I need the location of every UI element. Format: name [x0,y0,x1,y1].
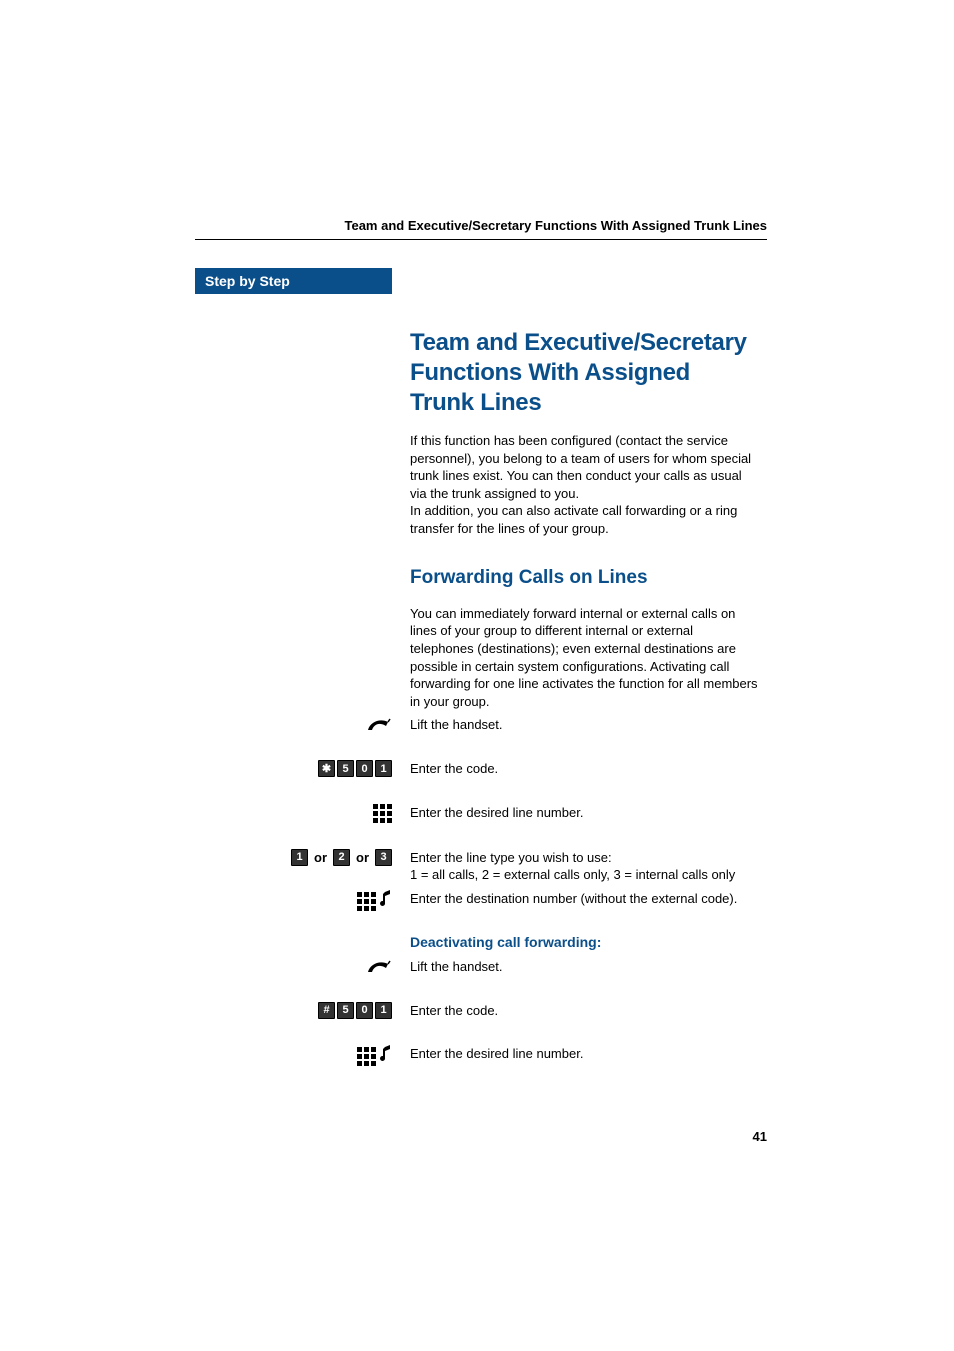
key-5: 5 [337,760,354,777]
keypad-icon [357,892,376,911]
step-enter-code-2: Enter the code. [410,1002,760,1020]
keypad-icon [373,804,392,823]
forwarding-paragraph: You can immediately forward internal or … [410,605,760,710]
intro-paragraph-2: In addition, you can also activate call … [410,502,760,537]
line-type-options: 1 or 2 or 3 [291,849,392,866]
key-5: 5 [337,1002,354,1019]
key-star: ✱ [318,760,335,777]
step-line-type-legend: 1 = all calls, 2 = external calls only, … [410,866,760,884]
page-number: 41 [753,1129,767,1144]
key-option-3: 3 [375,849,392,866]
running-header: Team and Executive/Secretary Functions W… [195,218,767,240]
musical-note-icon [380,890,392,913]
heading-main: Team and Executive/Secretary Functions W… [410,328,760,418]
step-lift-handset-1: Lift the handset. [410,716,760,734]
heading-deactivating: Deactivating call forwarding: [410,933,760,952]
key-option-1: 1 [291,849,308,866]
code-keys-hash-501: # 5 0 1 [318,1002,392,1019]
step-enter-destination: Enter the destination number (without th… [410,890,760,908]
key-option-2: 2 [333,849,350,866]
musical-note-icon [380,1045,392,1068]
intro-paragraph-1: If this function has been configured (co… [410,432,760,502]
key-0: 0 [356,1002,373,1019]
key-1: 1 [375,1002,392,1019]
or-text-1: or [314,850,327,865]
step-enter-line-number-1: Enter the desired line number. [410,804,760,822]
keypad-icon [357,1047,376,1066]
step-enter-line-number-2: Enter the desired line number. [410,1045,760,1063]
lift-handset-icon [366,958,392,976]
or-text-2: or [356,850,369,865]
step-lift-handset-2: Lift the handset. [410,958,760,976]
key-1: 1 [375,760,392,777]
key-hash: # [318,1002,335,1019]
heading-forwarding: Forwarding Calls on Lines [410,565,760,591]
code-keys-star-501: ✱ 5 0 1 [318,760,392,777]
lift-handset-icon [366,716,392,734]
step-line-type-prompt: Enter the line type you wish to use: [410,849,760,867]
step-by-step-badge: Step by Step [195,268,392,294]
key-0: 0 [356,760,373,777]
step-enter-code-1: Enter the code. [410,760,760,778]
